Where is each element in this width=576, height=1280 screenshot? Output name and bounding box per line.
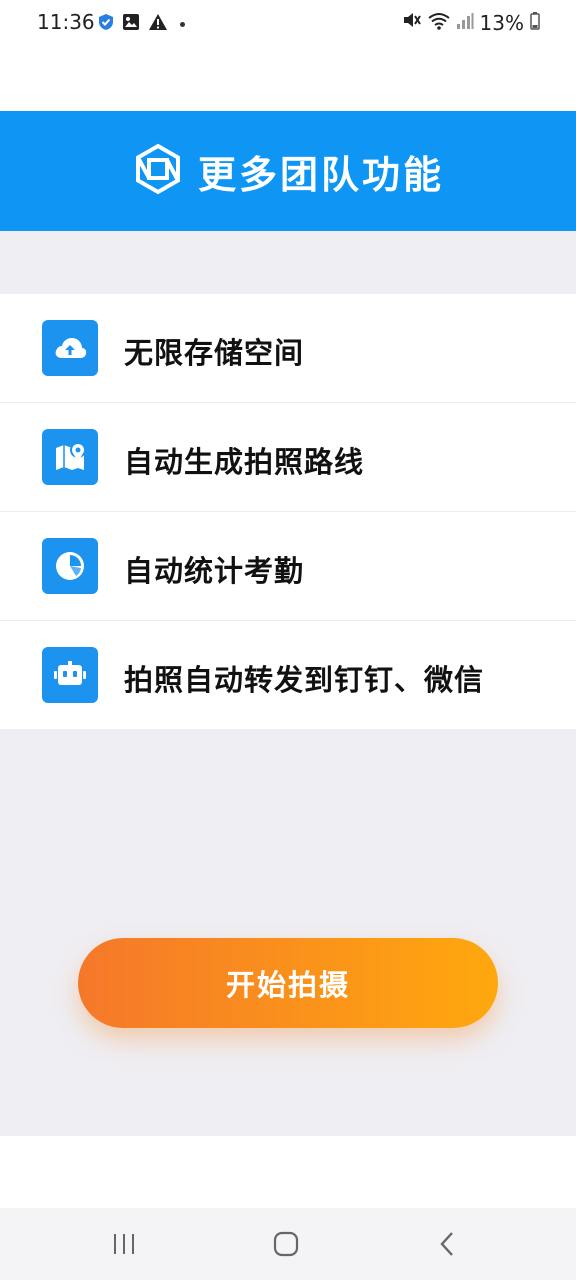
cloud-upload-icon [42, 320, 98, 376]
team-features-banner: 更多团队功能 [0, 111, 576, 231]
start-shooting-button[interactable]: 开始拍摄 [78, 938, 498, 1028]
feature-item: 自动统计考勤 [0, 512, 576, 621]
feature-list: 无限存储空间 自动生成拍照路线 自动统计考勤 拍照自动转发到钉钉、微信 [0, 294, 576, 729]
battery-icon [530, 11, 540, 35]
back-icon[interactable] [428, 1230, 468, 1258]
shield-check-icon [98, 13, 114, 35]
pie-chart-icon [42, 538, 98, 594]
recent-apps-icon[interactable] [104, 1230, 144, 1258]
battery-text: 13% [479, 10, 524, 35]
feature-item: 拍照自动转发到钉钉、微信 [0, 621, 576, 729]
feature-label: 无限存储空间 [124, 336, 305, 370]
robot-icon [42, 647, 98, 703]
feature-item: 自动生成拍照路线 [0, 403, 576, 512]
warning-icon [148, 13, 168, 35]
status-bar: 11:36 13% [0, 0, 576, 48]
navigation-bar [0, 1208, 576, 1280]
banner-title: 更多团队功能 [197, 152, 444, 197]
dot-icon [180, 21, 185, 27]
feature-label: 自动生成拍照路线 [124, 445, 365, 479]
status-left-icons [98, 13, 185, 35]
feature-label: 自动统计考勤 [124, 554, 305, 588]
mute-icon [402, 10, 422, 35]
feature-label: 拍照自动转发到钉钉、微信 [124, 663, 485, 697]
status-right: 13% [402, 10, 540, 35]
map-pin-icon [42, 429, 98, 485]
signal-icon [456, 11, 474, 35]
hexagon-logo-icon [132, 143, 184, 199]
image-icon [122, 13, 140, 35]
wifi-icon [427, 11, 450, 35]
status-time: 11:36 [37, 10, 95, 34]
feature-item: 无限存储空间 [0, 294, 576, 403]
home-icon[interactable] [266, 1230, 306, 1258]
